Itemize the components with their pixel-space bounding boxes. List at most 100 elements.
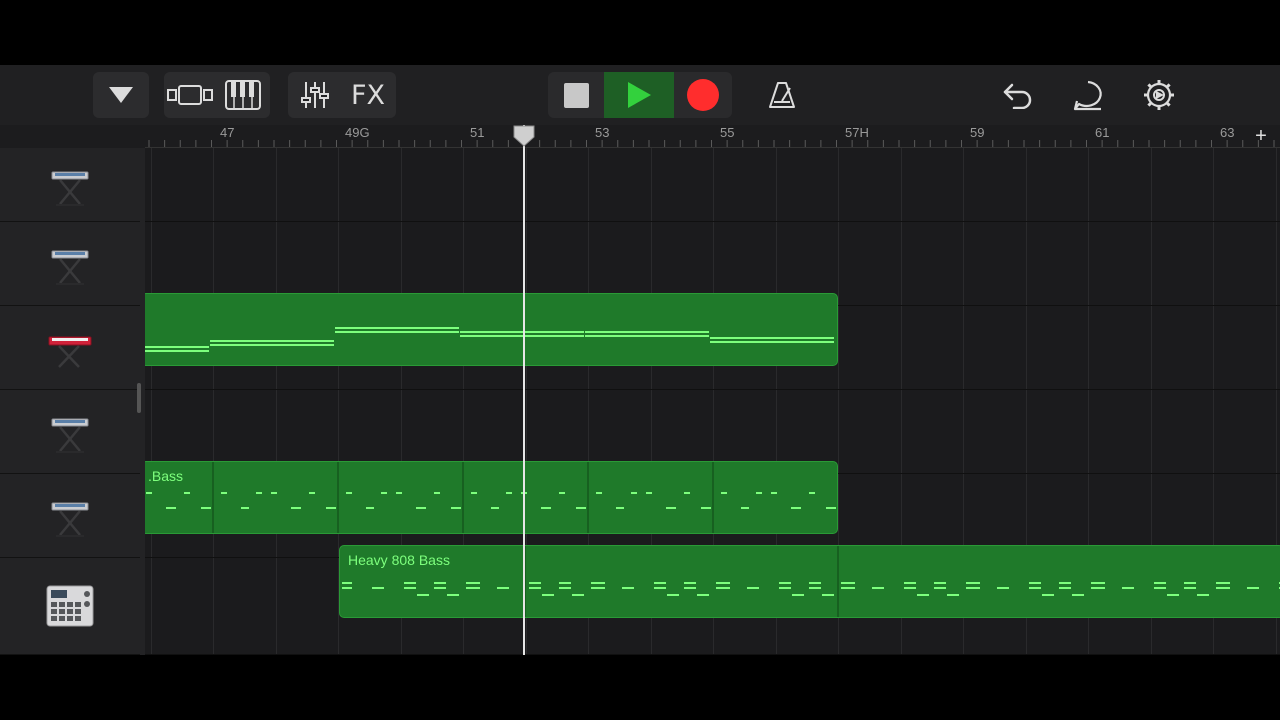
- midi-note: [710, 337, 834, 339]
- tracks-view-icon: [167, 85, 213, 105]
- region-loop-divider: [837, 546, 839, 617]
- keyboard-stand-icon: [51, 502, 89, 537]
- midi-note: [697, 594, 709, 596]
- track-header[interactable]: [0, 306, 140, 390]
- midi-note: [654, 587, 666, 589]
- midi-note: [1217, 587, 1227, 589]
- midi-note: [404, 582, 416, 584]
- midi-note: [256, 492, 262, 494]
- midi-note: [792, 594, 804, 596]
- midi-note: [666, 507, 676, 509]
- fx-icon: FX: [350, 79, 386, 111]
- view-toggle-group: [164, 72, 270, 118]
- keyboard-view-button[interactable]: [217, 72, 269, 118]
- midi-note: [721, 492, 727, 494]
- midi-note: [646, 492, 652, 494]
- midi-note: [1154, 582, 1166, 584]
- loop-browser-button[interactable]: [1066, 72, 1110, 118]
- record-icon: [687, 79, 719, 111]
- track-header[interactable]: [0, 222, 140, 306]
- midi-note: [809, 587, 821, 589]
- midi-note: [684, 492, 690, 494]
- bar-label: 57H: [845, 125, 869, 140]
- track-header[interactable]: [0, 558, 140, 655]
- midi-note: [842, 587, 852, 589]
- keyboard-stand-icon: [51, 171, 89, 206]
- browser-dropdown-button[interactable]: [93, 72, 149, 118]
- midi-note: [622, 587, 634, 589]
- midi-note: [342, 582, 352, 584]
- midi-note: [822, 594, 834, 596]
- track-header[interactable]: [0, 474, 140, 558]
- add-section-button[interactable]: +: [1252, 126, 1270, 146]
- track-list-scrollbar[interactable]: [137, 383, 141, 413]
- midi-note: [809, 492, 815, 494]
- play-button[interactable]: [604, 72, 674, 118]
- timeline-ruler[interactable]: 47 49G 51 53 55 57H 59 61 63: [145, 125, 1280, 148]
- control-bar: FX: [0, 65, 1280, 125]
- midi-note: [372, 587, 384, 589]
- midi-note: [1247, 587, 1259, 589]
- midi-note: [717, 587, 727, 589]
- midi-region[interactable]: Heavy 808 Bass: [339, 545, 1280, 618]
- bar-label: 61: [1095, 125, 1110, 140]
- midi-note: [904, 587, 916, 589]
- midi-note: [576, 507, 586, 509]
- midi-note: [1072, 594, 1084, 596]
- midi-note: [872, 587, 884, 589]
- midi-note: [404, 587, 416, 589]
- midi-note: [592, 582, 602, 584]
- midi-note: [210, 340, 334, 342]
- stop-button[interactable]: [548, 72, 604, 118]
- midi-region[interactable]: [145, 293, 838, 366]
- midi-note: [201, 507, 211, 509]
- midi-note: [631, 492, 637, 494]
- midi-note: [747, 587, 759, 589]
- midi-note: [166, 507, 176, 509]
- metronome-button[interactable]: [760, 72, 804, 118]
- tracks-area[interactable]: .Bass Heavy 808 Bass: [145, 148, 1280, 655]
- fx-button[interactable]: FX: [341, 72, 395, 118]
- midi-note: [1184, 582, 1196, 584]
- midi-note: [491, 507, 499, 509]
- midi-note: [460, 335, 584, 337]
- record-button[interactable]: [674, 72, 732, 118]
- bar-label: 53: [595, 125, 610, 140]
- midi-note: [210, 344, 334, 346]
- midi-note: [654, 582, 666, 584]
- midi-region[interactable]: .Bass: [145, 461, 838, 534]
- settings-button[interactable]: [1137, 72, 1181, 118]
- midi-note: [779, 587, 791, 589]
- midi-note: [967, 587, 977, 589]
- midi-note: [809, 582, 821, 584]
- midi-note: [241, 507, 249, 509]
- track-lane[interactable]: [145, 148, 1280, 222]
- midi-note: [997, 587, 1009, 589]
- undo-icon: [1003, 83, 1032, 109]
- mixer-button[interactable]: [289, 72, 341, 118]
- track-header[interactable]: [0, 390, 140, 474]
- midi-note: [434, 587, 446, 589]
- midi-note: [842, 582, 852, 584]
- region-loop-divider: [712, 462, 714, 533]
- bar-label: 49G: [345, 125, 370, 140]
- midi-note: [596, 492, 602, 494]
- midi-note: [471, 492, 477, 494]
- midi-note: [1029, 582, 1041, 584]
- midi-note: [592, 587, 602, 589]
- mixer-fx-group: FX: [288, 72, 396, 118]
- track-header[interactable]: [0, 148, 140, 222]
- midi-note: [467, 587, 477, 589]
- undo-button[interactable]: [996, 72, 1040, 118]
- midi-note: [346, 492, 352, 494]
- playhead-handle[interactable]: [513, 125, 535, 147]
- tracks-view-button[interactable]: [165, 72, 217, 118]
- drum-machine-icon: [46, 585, 94, 627]
- mixer-icon: [301, 82, 329, 108]
- midi-note: [1122, 587, 1134, 589]
- metronome-icon: [769, 82, 795, 108]
- midi-note: [947, 594, 959, 596]
- midi-note: [366, 507, 374, 509]
- bar-label: 55: [720, 125, 735, 140]
- midi-note: [447, 594, 459, 596]
